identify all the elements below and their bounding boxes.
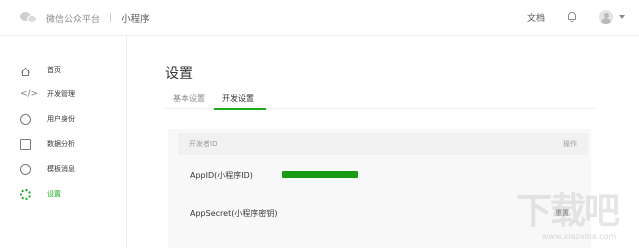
home-icon	[20, 65, 31, 77]
active-tab-indicator	[214, 108, 266, 110]
brand-separator: |	[109, 13, 113, 23]
sidebar-item-template-message[interactable]: 模板消息	[0, 158, 127, 180]
gear-icon	[20, 189, 31, 200]
sidebar-item-label: 开发管理	[47, 90, 75, 98]
table-header: 开发者ID 操作	[178, 133, 588, 155]
appsecret-label: AppSecret(小程序密钥)	[190, 209, 278, 218]
brand-name: 微信公众平台	[46, 14, 101, 25]
sidebar-item-settings[interactable]: 设置	[0, 183, 127, 205]
sidebar-item-label: 首页	[47, 66, 61, 74]
tab-bar: 基本设置 开发设置	[165, 91, 595, 110]
sidebar-item-data-analysis[interactable]: 数据分析	[0, 133, 127, 155]
docs-link[interactable]: 文档	[527, 11, 545, 24]
sidebar: 首页 </> 开发管理 用户身份 数据分析 模板消息 设置	[0, 36, 127, 248]
tab-basic-settings[interactable]: 基本设置	[173, 93, 205, 109]
watermark: 下载吧 www.xiazaiba.com	[512, 192, 639, 248]
tab-label: 开发设置	[222, 94, 254, 103]
top-bar: 微信公众平台 | 小程序 文档	[0, 0, 639, 36]
sidebar-item-label: 用户身份	[47, 115, 75, 123]
sidebar-item-label: 数据分析	[47, 140, 75, 148]
header-developer-id: 开发者ID	[189, 140, 218, 148]
sidebar-item-label: 模板消息	[47, 165, 75, 173]
sidebar-item-dev-management[interactable]: </> 开发管理	[0, 83, 127, 105]
appid-value-redacted	[282, 171, 358, 178]
appid-label: AppID(小程序ID)	[190, 171, 253, 180]
sidebar-item-label: 设置	[47, 190, 61, 198]
sidebar-item-user-identity[interactable]: 用户身份	[0, 108, 127, 130]
avatar[interactable]	[599, 10, 613, 24]
watermark-url: www.xiazaiba.com	[542, 232, 617, 241]
sidebar-item-home[interactable]: 首页	[0, 59, 127, 81]
header-actions: 操作	[563, 140, 577, 148]
wechat-logo-icon	[20, 11, 38, 25]
product-name: 小程序	[121, 14, 150, 25]
message-icon	[20, 164, 31, 175]
data-icon	[20, 139, 31, 150]
watermark-logo: 下载吧	[516, 191, 620, 232]
brand[interactable]: 微信公众平台 | 小程序	[20, 11, 150, 25]
tab-dev-settings[interactable]: 开发设置	[214, 93, 266, 110]
code-icon: </>	[20, 89, 39, 99]
chevron-down-icon[interactable]	[619, 15, 625, 19]
page-title: 设置	[165, 66, 193, 82]
user-icon	[20, 114, 31, 125]
bell-icon[interactable]	[567, 11, 577, 23]
